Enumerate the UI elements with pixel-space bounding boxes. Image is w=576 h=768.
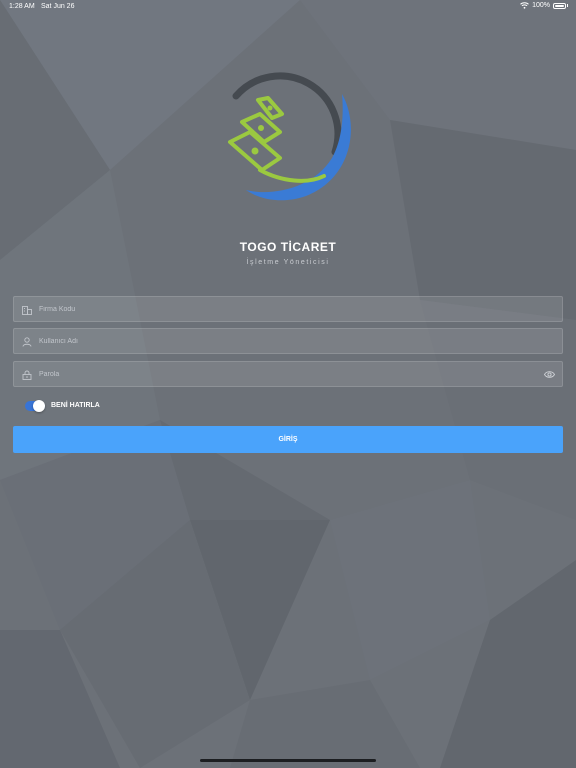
eye-icon[interactable]	[544, 370, 555, 379]
status-date: Sat Jun 26	[41, 3, 75, 10]
password-input[interactable]	[39, 362, 529, 386]
home-indicator[interactable]	[200, 759, 376, 762]
wifi-icon	[520, 2, 529, 9]
login-button[interactable]: GİRİŞ	[13, 426, 563, 453]
company-code-field[interactable]	[13, 296, 563, 322]
app-title: TOGO TİCARET	[239, 240, 337, 254]
user-icon	[22, 337, 32, 347]
toggle-knob	[33, 400, 45, 412]
lock-icon	[22, 370, 32, 380]
battery-percentage: 100%	[532, 2, 550, 9]
app-subtitle: İşletme Yöneticisi	[246, 259, 330, 266]
status-bar: 1:28 AM Sat Jun 26 100%	[0, 0, 576, 14]
building-icon	[22, 306, 32, 315]
username-field[interactable]	[13, 328, 563, 354]
remember-toggle[interactable]	[25, 400, 45, 412]
remember-label: BENİ HATIRLA	[51, 402, 100, 409]
battery-icon	[553, 2, 566, 9]
company-logo	[228, 72, 351, 201]
username-input[interactable]	[39, 329, 529, 353]
battery-tip	[567, 4, 568, 7]
status-indicators: 100%	[520, 2, 568, 9]
password-field[interactable]	[13, 361, 563, 387]
status-time: 1:28 AM	[9, 3, 35, 10]
company-code-input[interactable]	[39, 297, 529, 321]
